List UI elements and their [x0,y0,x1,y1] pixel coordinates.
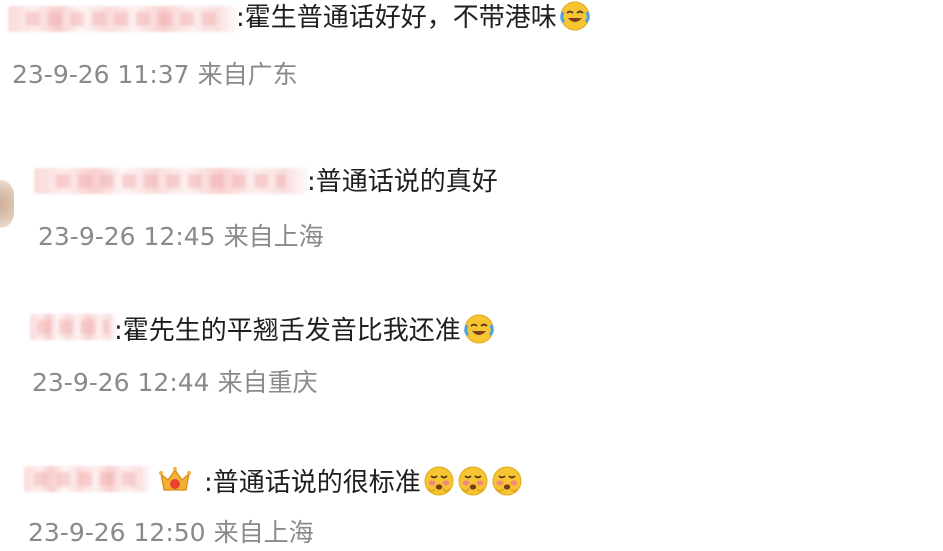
comment-location: 来自重庆 [217,368,318,397]
comment-location: 来自广东 [197,60,298,89]
blushing-face-icon [492,466,522,496]
comment-time: 23-9-26 12:44 [32,368,210,397]
laugh-cry-icon [464,314,494,344]
comment-text: :普通话说的真好 [307,167,498,197]
comment-text: :霍先生的平翘舌发音比我还准 [114,313,495,347]
comment-time: 23-9-26 12:45 [38,222,216,251]
crown-badge-icon [159,467,191,491]
comment-meta: 23-9-26 12:44 来自重庆 [32,368,318,398]
comment-text: :霍生普通话好好，不带港味 [236,0,591,34]
comment-location: 来自上海 [213,518,314,547]
comment-meta: 23-9-26 12:50 来自上海 [28,518,314,548]
blushing-face-icon [424,466,454,496]
laugh-cry-icon [560,1,590,31]
blushing-face-icon [458,466,488,496]
comment-meta: 23-9-26 11:37 来自广东 [12,60,298,90]
comment-location: 来自上海 [223,222,324,251]
username-redacted[interactable] [24,466,150,492]
comment-time: 23-9-26 12:50 [28,518,206,547]
username-redacted[interactable] [8,6,236,32]
avatar[interactable] [0,180,14,228]
comment-meta: 23-9-26 12:45 来自上海 [38,222,324,252]
comment-time: 23-9-26 11:37 [12,60,190,89]
username-redacted[interactable] [34,168,308,194]
comment-text: :普通话说的很标准 [204,465,523,499]
username-redacted[interactable] [30,314,116,340]
